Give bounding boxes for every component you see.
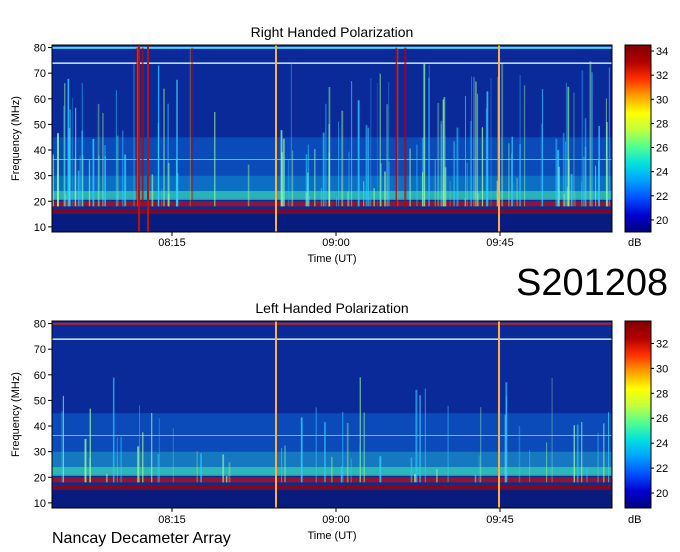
- y-tick-label: 30: [34, 171, 46, 183]
- calibration-line: [498, 321, 500, 508]
- y-tick-label: 10: [34, 222, 46, 234]
- colorbar-tick-label: 26: [656, 143, 668, 155]
- colorbar-tick-label: 30: [656, 94, 668, 106]
- colorbar: [624, 44, 652, 233]
- x-axis-label: Time (UT): [307, 530, 356, 542]
- x-tick-label: 09:00: [322, 237, 350, 249]
- colorbar-tick-label: 24: [656, 438, 668, 450]
- colorbar-tick-label: 28: [656, 388, 668, 400]
- x-tick-label: 08:15: [158, 514, 186, 526]
- y-tick-label: 30: [34, 447, 46, 459]
- colorbar-tick-label: 22: [656, 191, 668, 203]
- chart-title: Left Handed Polarization: [255, 300, 408, 316]
- x-tick-label: 09:45: [486, 514, 514, 526]
- y-tick-label: 80: [34, 319, 46, 331]
- colorbar-tick-label: 22: [656, 463, 668, 475]
- y-tick-label: 50: [34, 395, 46, 407]
- colorbar: [624, 320, 652, 509]
- colorbar-tick-label: 26: [656, 413, 668, 425]
- y-tick-label: 40: [34, 145, 46, 157]
- left-polarization-panel: Left Handed Polarization 10 20 30 40 50 60 70 80…: [10, 300, 668, 542]
- x-axis-label: Time (UT): [307, 253, 356, 265]
- y-tick-label: 10: [34, 498, 46, 510]
- y-tick-label: 70: [34, 68, 46, 80]
- calibration-line: [275, 321, 277, 508]
- y-tick-label: 70: [34, 344, 46, 356]
- colorbar-tick-label: 30: [656, 363, 668, 375]
- colorbar-tick-label: 24: [656, 167, 668, 179]
- y-tick-label: 40: [34, 421, 46, 433]
- y-axis-label: Frequency (MHz): [10, 96, 22, 181]
- x-tick-label: 09:45: [486, 237, 514, 249]
- colorbar-tick-label: 32: [656, 338, 668, 350]
- y-tick-label: 20: [34, 472, 46, 484]
- y-axis-label: Frequency (MHz): [10, 372, 22, 457]
- y-tick-label: 60: [34, 370, 46, 382]
- y-tick-label: 80: [34, 43, 46, 55]
- colorbar-tick-label: 32: [656, 70, 668, 82]
- y-tick-label: 20: [34, 196, 46, 208]
- observatory-footer: Nancay Decameter Array: [52, 530, 231, 547]
- colorbar-tick-label: 34: [656, 46, 668, 58]
- calibration-line: [275, 45, 277, 232]
- colorbar-tick-label: 20: [656, 215, 668, 227]
- y-tick-label: 60: [34, 94, 46, 106]
- colorbar-tick-label: 20: [656, 488, 668, 500]
- chart-title: Right Handed Polarization: [251, 24, 414, 40]
- colorbar-tick-label: 28: [656, 118, 668, 130]
- y-tick-label: 50: [34, 119, 46, 131]
- x-tick-label: 09:00: [322, 514, 350, 526]
- right-polarization-panel: Right Handed Polarization 10 20 30 40 50 60 70 8…: [10, 24, 668, 265]
- colorbar-label: dB: [628, 237, 641, 249]
- calibration-line: [498, 45, 500, 232]
- x-tick-label: 08:15: [158, 237, 186, 249]
- colorbar-label: dB: [628, 514, 641, 526]
- dataset-id: S201208: [516, 262, 669, 304]
